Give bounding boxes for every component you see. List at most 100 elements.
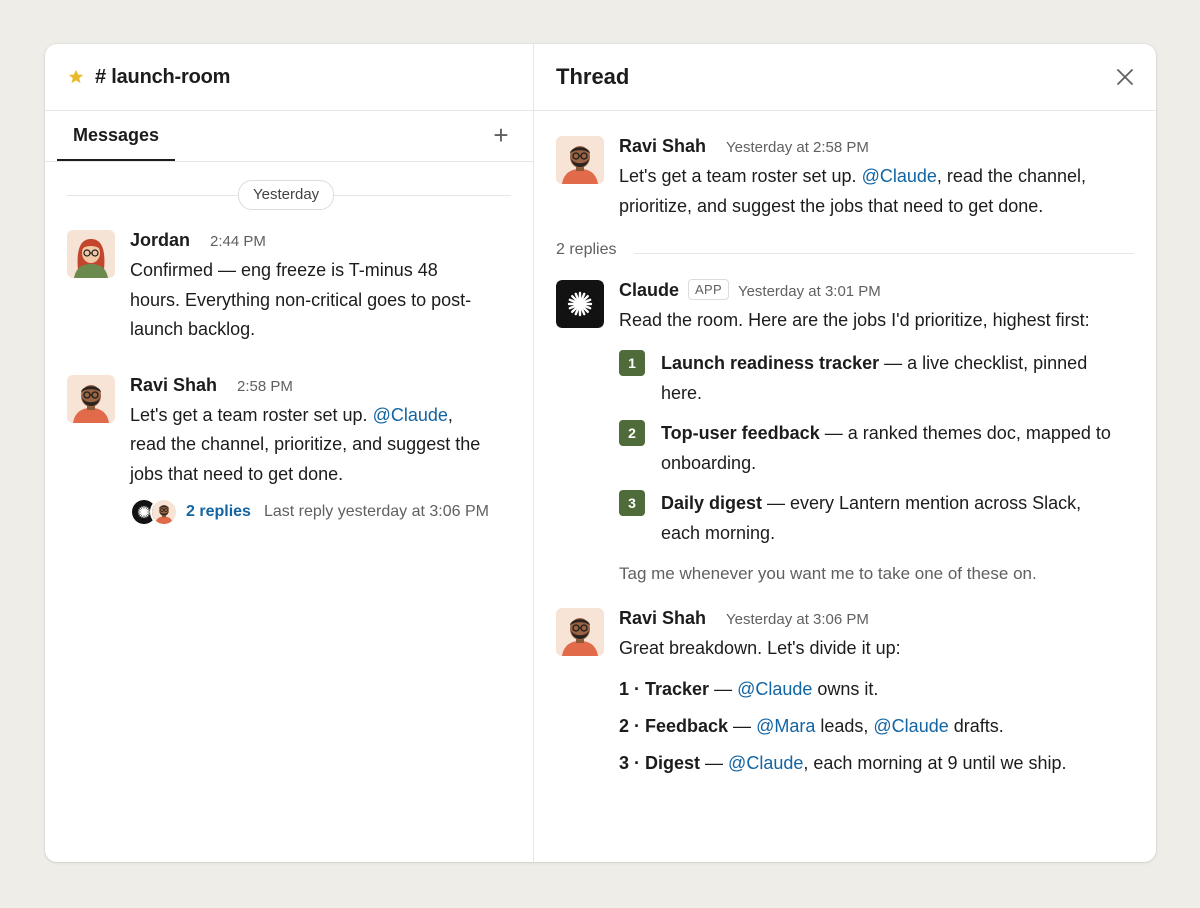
text-segment: Let's get a team roster set up. [130,404,373,425]
thread-replies-summary[interactable]: 2 replies Last reply yesterday at 3:06 P… [130,498,489,526]
channel-tabs: Messages + [45,111,533,162]
reply-avatar-ravi [150,498,178,526]
plan-item: 1 · Tracker — @Claude owns it. [619,674,1067,704]
message-line: prioritize, and suggest the jobs that ne… [619,195,1044,216]
author-name[interactable]: Claude [619,280,679,301]
message-jordan[interactable]: Jordan 2:44 PM Confirmed — eng freeze is… [67,230,533,345]
avatar-ravi[interactable] [67,375,115,423]
priority-item: 1 Launch readiness tracker — a live chec… [619,348,1131,408]
message-header: Ravi Shah Yesterday at 2:58 PM [619,136,1086,160]
priority-text: Launch readiness tracker — a live checkl… [661,348,1111,408]
priority-title: Daily digest [661,492,763,513]
mention-claude[interactable]: @Claude [862,166,937,186]
add-tab-plus-icon[interactable]: + [489,122,513,148]
message-time[interactable]: 2:58 PM [237,378,293,395]
thread-pane: Thread Ravi Shah Yesterday at 2:58 PM Le… [534,44,1156,862]
message-line: jobs that need to get done. [130,463,344,484]
author-name[interactable]: Ravi Shah [130,375,217,396]
message-line: hours. Everything non-critical goes to p… [130,289,472,310]
message-time[interactable]: Yesterday at 2:58 PM [726,139,869,156]
priority-number-badge: 2 [619,419,645,446]
thread-title: Thread [556,64,630,89]
replies-link[interactable]: 2 replies [186,503,251,521]
text-segment: Let's get a team roster set up. [619,166,862,186]
reply-count-divider: 2 replies [534,241,1156,265]
thread-reply-ravi[interactable]: Ravi Shah Yesterday at 3:06 PM Great bre… [556,607,1156,779]
message-body: Jordan 2:44 PM Confirmed — eng freeze is… [130,230,471,345]
avatar-jordan[interactable] [67,230,115,278]
app-window: # launch-room Messages + Yesterday Jorda… [45,44,1156,862]
thread-reply-claude[interactable]: Claude APP Yesterday at 3:01 PM Read the… [556,279,1156,586]
close-icon[interactable] [1114,66,1136,88]
plan-label: 3 · Digest [619,753,701,773]
message-header: Jordan 2:44 PM [130,230,471,254]
thread-root-message[interactable]: Ravi Shah Yesterday at 2:58 PM Let's get… [556,136,1156,221]
reply-divider-line [634,253,1134,254]
plan-label: 1 · Tracker [619,679,710,699]
message-header: Ravi Shah 2:58 PM [130,375,489,399]
date-pill[interactable]: Yesterday [238,180,335,210]
avatar-ravi[interactable] [556,136,604,184]
priority-title: Top-user feedback [661,422,820,443]
message-line: Let's get a team roster set up. @Claude,… [619,162,1086,192]
text-segment: drafts. [948,716,1004,736]
author-name[interactable]: Ravi Shah [619,608,706,629]
mention-claude[interactable]: @Claude [873,716,948,736]
priority-item: 2 Top-user feedback — a ranked themes do… [619,418,1131,478]
star-icon[interactable] [67,68,85,86]
message-header: Claude APP Yesterday at 3:01 PM [619,279,1131,304]
plan-item: 2 · Feedback — @Mara leads, @Claude draf… [619,711,1067,741]
tab-messages[interactable]: Messages [57,111,175,161]
message-line: read the channel, prioritize, and sugges… [130,434,481,454]
thread-header: Thread [534,44,1156,111]
channel-pane: # launch-room Messages + Yesterday Jorda… [45,44,534,862]
plan-item: 3 · Digest — @Claude, each morning at 9 … [619,748,1067,778]
channel-header: # launch-room [45,44,533,111]
message-line: launch backlog. [130,319,256,339]
text-segment: owns it. [812,679,879,699]
claude-outro: Tag me whenever you want me to take one … [619,563,1037,583]
author-name[interactable]: Jordan [130,230,190,251]
app-badge: APP [688,279,729,300]
priority-number-badge: 1 [619,349,645,376]
author-name[interactable]: Ravi Shah [619,136,706,157]
priority-text: Daily digest — every Lantern mention acr… [661,488,1101,548]
message-time[interactable]: Yesterday at 3:06 PM [726,611,869,628]
message-body: Ravi Shah 2:58 PM Let's get a team roste… [130,375,489,526]
priority-title: Launch readiness tracker [661,352,880,373]
ravi-intro: Great breakdown. Let's divide it up: [619,637,901,658]
priority-number-badge: 3 [619,489,645,516]
message-time[interactable]: 2:44 PM [210,233,266,250]
message-line: Let's get a team roster set up. @Claude, [130,401,489,431]
claude-logo-icon[interactable] [556,280,604,328]
ravi-avatar-icon [152,500,176,524]
text-segment: — [728,716,757,736]
channel-name[interactable]: # launch-room [95,66,230,89]
message-header: Ravi Shah Yesterday at 3:06 PM [619,608,1067,632]
text-segment: , read the channel, [936,166,1086,186]
message-body: Ravi Shah Yesterday at 2:58 PM Let's get… [619,136,1086,221]
claude-intro: Read the room. Here are the jobs I'd pri… [619,310,1090,330]
text-segment: leads, [815,716,874,736]
mention-claude[interactable]: @Claude [737,679,812,699]
avatar-ravi[interactable] [556,608,604,656]
text-segment: — [709,679,738,699]
priority-text: Top-user feedback — a ranked themes doc,… [661,418,1131,478]
message-ravi[interactable]: Ravi Shah 2:58 PM Let's get a team roste… [67,374,533,526]
message-text: Let's get a team roster set up. @Claude,… [130,401,489,490]
message-time[interactable]: Yesterday at 3:01 PM [738,283,881,300]
last-reply-time: Last reply yesterday at 3:06 PM [263,503,489,520]
mention-claude[interactable]: @Claude [373,405,448,425]
text-segment: , each morning at 9 until we ship. [803,753,1067,773]
priority-item: 3 Daily digest — every Lantern mention a… [619,488,1131,548]
mention-claude[interactable]: @Claude [728,753,803,773]
date-divider: Yesterday [45,178,533,214]
message-text: Let's get a team roster set up. @Claude,… [619,162,1086,221]
text-segment: — [700,753,729,773]
plan-label: 2 · Feedback [619,716,729,736]
message-body: Claude APP Yesterday at 3:01 PM Read the… [619,279,1131,586]
text-segment: , [447,404,453,425]
mention-mara[interactable]: @Mara [756,716,815,736]
reply-count: 2 replies [556,241,617,258]
message-body: Ravi Shah Yesterday at 3:06 PM Great bre… [619,608,1067,779]
